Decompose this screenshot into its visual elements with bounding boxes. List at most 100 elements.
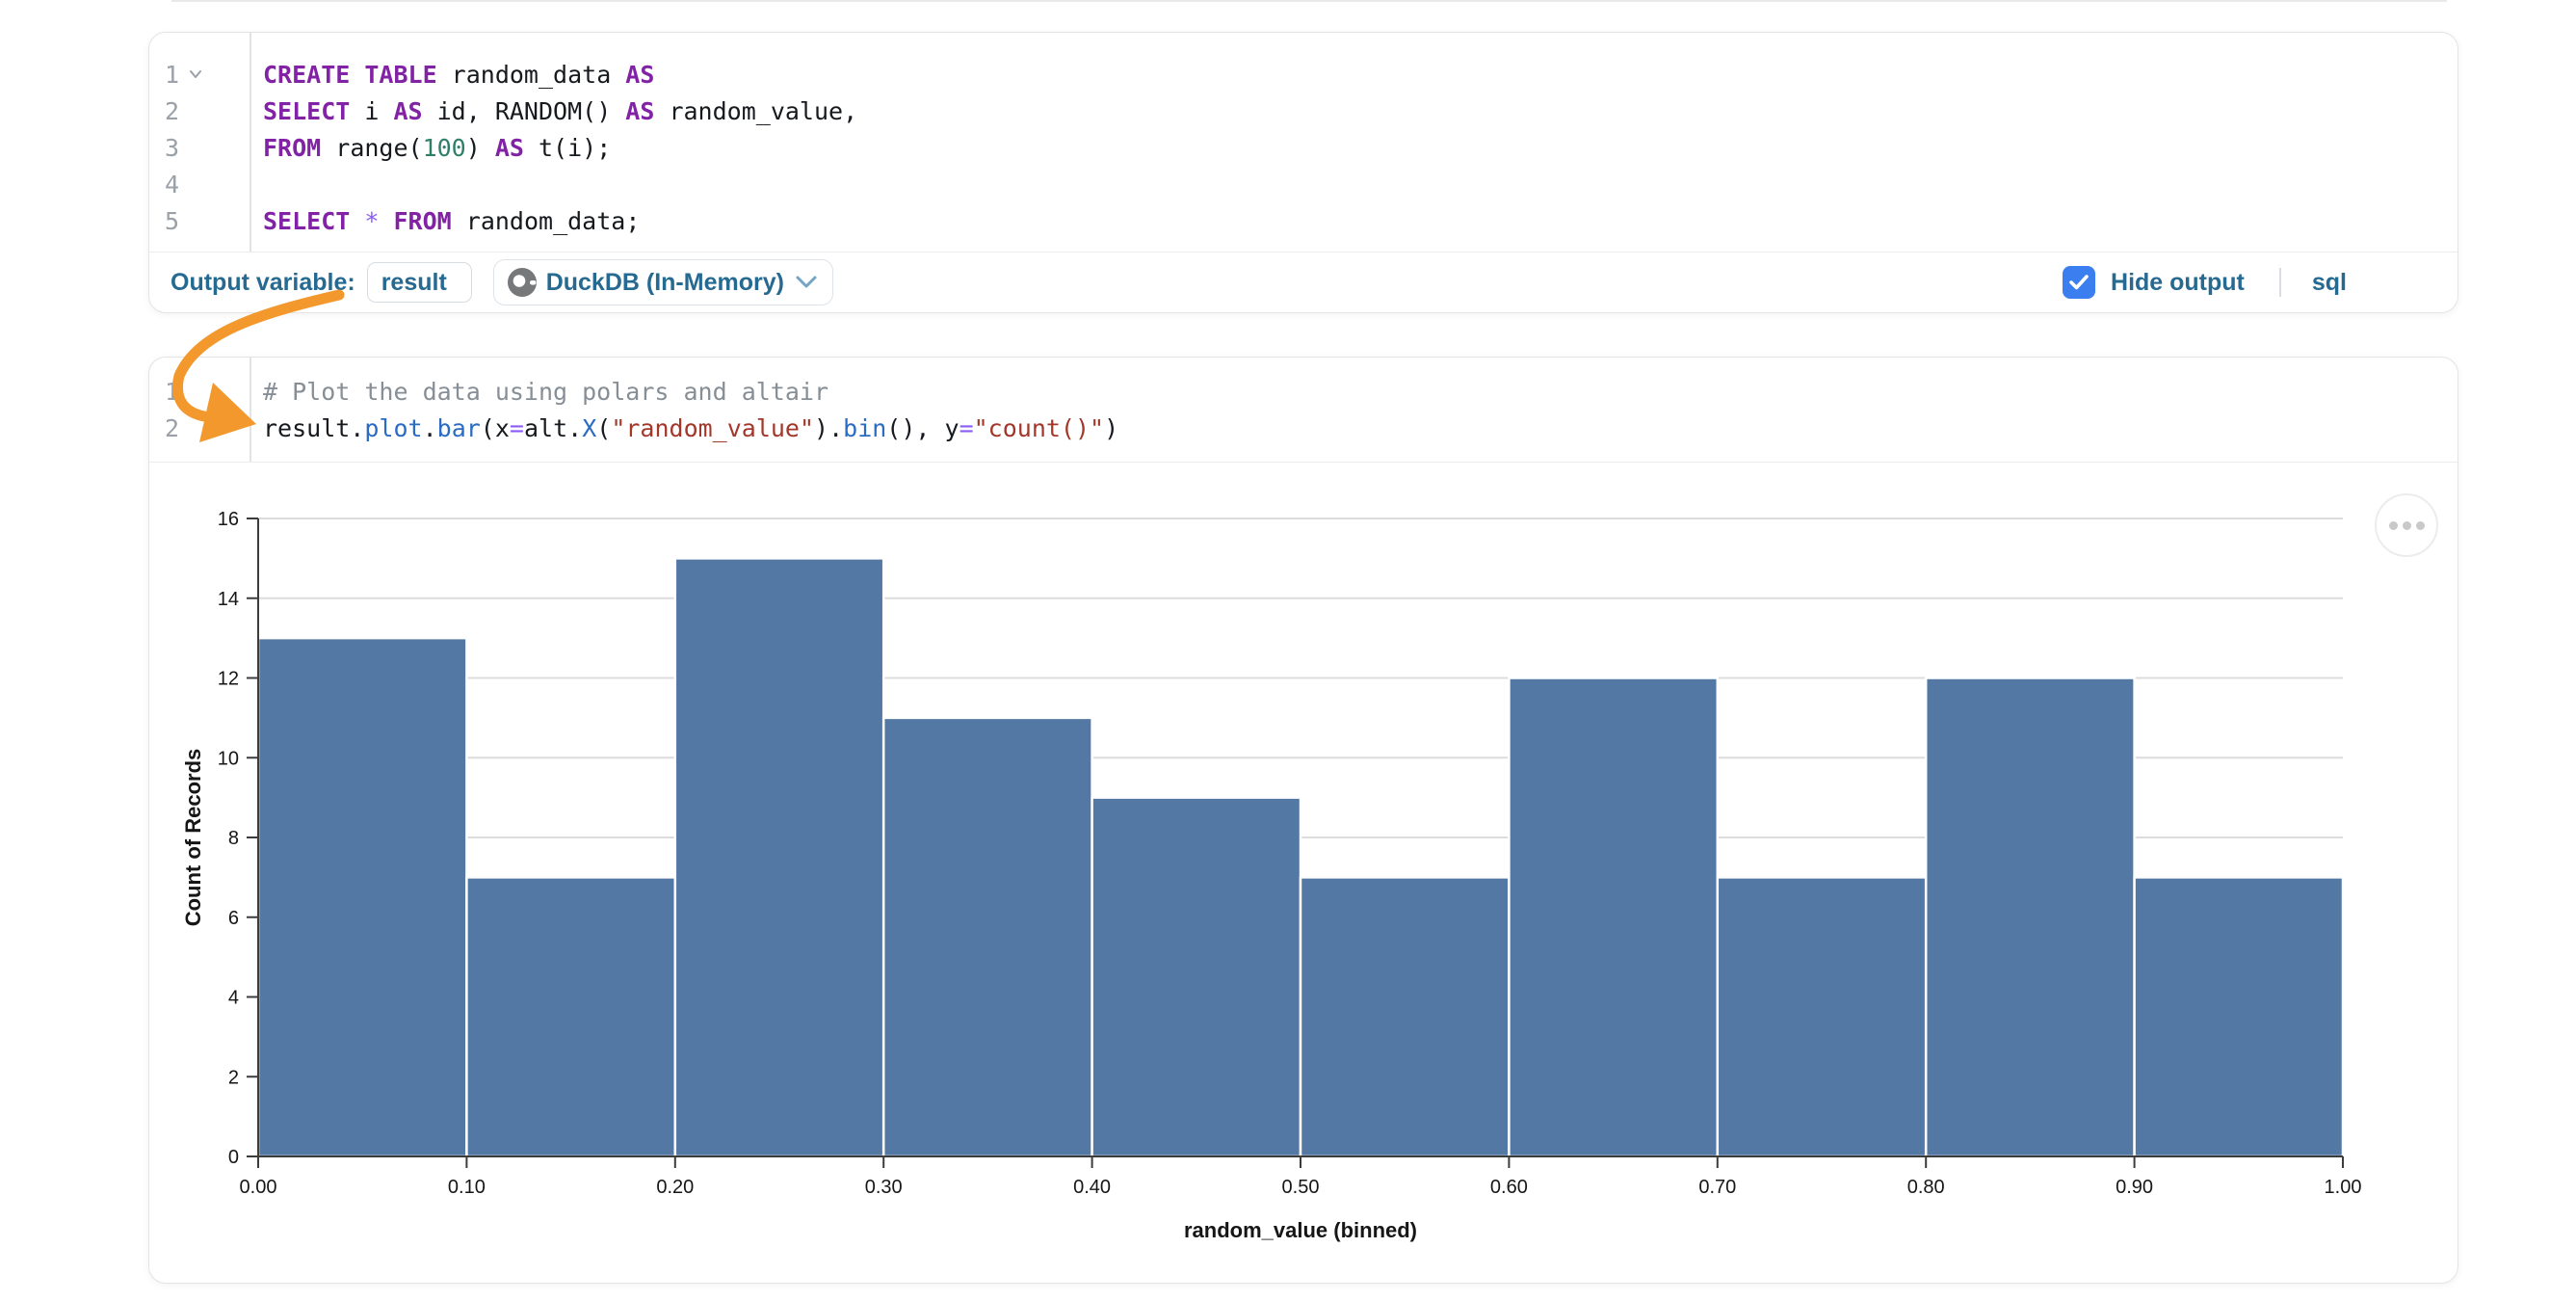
code-token: random_data <box>437 61 626 89</box>
x-tick-label: 0.40 <box>1073 1177 1111 1198</box>
output-variable-value: result <box>381 269 447 297</box>
code-token: SELECT <box>263 97 350 125</box>
y-tick-label: 10 <box>218 748 239 769</box>
code-line: 2result.plot.bar(x=alt.X("random_value")… <box>149 410 2458 446</box>
bar <box>675 558 883 1156</box>
y-tick-label: 16 <box>218 509 239 530</box>
code-token: * <box>364 207 379 235</box>
line-number: 5 <box>149 207 179 235</box>
code-token: alt. <box>524 414 582 442</box>
duckdb-logo-icon <box>508 268 537 297</box>
code-token: "random_value" <box>611 414 814 442</box>
x-tick-label: 0.70 <box>1698 1177 1736 1198</box>
x-tick-label: 0.60 <box>1490 1177 1528 1198</box>
x-axis-title: random_value (binned) <box>1184 1218 1417 1242</box>
code-token: FROM <box>394 207 452 235</box>
line-number: 3 <box>149 134 179 162</box>
line-number: 4 <box>149 171 179 199</box>
x-tick-label: 0.90 <box>2116 1177 2153 1198</box>
code-token: random_value, <box>654 97 857 125</box>
code-line: 4 <box>149 166 2458 202</box>
sql-code-editor[interactable]: 1CREATE TABLE random_data AS2SELECT i AS… <box>149 33 2458 252</box>
hide-output-label[interactable]: Hide output <box>2111 269 2245 297</box>
y-tick-label: 8 <box>228 828 239 849</box>
code-token: (), y <box>886 414 959 442</box>
code-token: 100 <box>423 134 466 162</box>
code-token: FROM <box>263 134 321 162</box>
hide-output-checkbox[interactable] <box>2063 266 2095 299</box>
code-token <box>379 207 393 235</box>
code-content: CREATE TABLE random_data AS <box>212 61 654 89</box>
code-token: # Plot the data using polars and altair <box>263 378 828 406</box>
bar <box>466 877 674 1156</box>
line-number: 2 <box>149 414 179 442</box>
x-tick-label: 1.00 <box>2325 1177 2362 1198</box>
code-token: (x <box>481 414 510 442</box>
code-token: AS <box>625 97 654 125</box>
code-token: "count()" <box>974 414 1104 442</box>
y-axis-title: Count of Records <box>181 749 205 927</box>
check-icon <box>2068 274 2090 291</box>
code-line: 5SELECT * FROM random_data; <box>149 202 2458 239</box>
engine-selector-dropdown[interactable]: DuckDB (In-Memory) <box>493 259 833 305</box>
code-content: SELECT * FROM random_data; <box>179 207 640 235</box>
previous-cell-edge <box>171 0 2447 2</box>
footer-left-group: Output variable: result DuckDB (In-Memor… <box>171 259 833 305</box>
bar <box>883 718 1091 1156</box>
bar <box>1509 678 1717 1157</box>
chevron-down-icon[interactable] <box>179 69 212 79</box>
y-tick-label: 2 <box>228 1067 239 1088</box>
language-badge[interactable]: sql <box>2312 269 2347 297</box>
code-token: result. <box>263 414 364 442</box>
y-tick-label: 14 <box>218 589 239 610</box>
y-tick-label: 12 <box>218 669 239 690</box>
code-content: # Plot the data using polars and altair <box>179 378 828 406</box>
y-tick-label: 0 <box>228 1147 239 1168</box>
python-code-editor[interactable]: 1 # Plot the data using polars and altair… <box>149 358 2458 463</box>
ellipsis-icon <box>2403 521 2411 530</box>
line-number: 1 <box>149 378 179 406</box>
x-tick-label: 0.30 <box>865 1177 903 1198</box>
code-line: 1CREATE TABLE random_data AS <box>149 56 2458 93</box>
gutter-divider <box>250 33 251 252</box>
code-token: ) <box>1104 414 1118 442</box>
code-token: bar <box>437 414 481 442</box>
footer-divider <box>2279 268 2281 297</box>
code-token: id, RANDOM() <box>423 97 626 125</box>
bar <box>1301 877 1509 1156</box>
python-cell-card: 1 # Plot the data using polars and altair… <box>148 357 2458 1284</box>
code-token: i <box>350 97 393 125</box>
footer-right-group: Hide output sql <box>2063 266 2347 299</box>
engine-name-label: DuckDB (In-Memory) <box>546 269 784 297</box>
code-token: range( <box>321 134 422 162</box>
code-token: AS <box>625 61 654 89</box>
x-tick-label: 0.00 <box>240 1177 277 1198</box>
ellipsis-icon <box>2389 521 2398 530</box>
sql-cell-footer: Output variable: result DuckDB (In-Memor… <box>149 252 2458 312</box>
x-tick-label: 0.20 <box>656 1177 694 1198</box>
output-variable-label: Output variable: <box>171 269 355 297</box>
code-content: result.plot.bar(x=alt.X("random_value").… <box>179 414 1118 442</box>
x-tick-label: 0.80 <box>1907 1177 1945 1198</box>
code-line: 3FROM range(100) AS t(i); <box>149 129 2458 166</box>
code-token: . <box>423 414 437 442</box>
code-token: X <box>582 414 596 442</box>
more-options-button[interactable] <box>2375 493 2438 557</box>
code-token: plot <box>364 414 422 442</box>
cell-output-region: 02468101214160.000.100.200.300.400.500.6… <box>149 462 2458 1283</box>
sql-cell-card: 1CREATE TABLE random_data AS2SELECT i AS… <box>148 32 2458 313</box>
code-line: 2SELECT i AS id, RANDOM() AS random_valu… <box>149 93 2458 129</box>
code-line: 1 # Plot the data using polars and altair <box>149 373 2458 410</box>
ellipsis-icon <box>2416 521 2425 530</box>
code-token: t(i); <box>524 134 611 162</box>
code-token <box>350 207 364 235</box>
code-token: AS <box>393 97 422 125</box>
output-variable-input[interactable]: result <box>367 262 472 303</box>
y-tick-label: 4 <box>228 988 239 1009</box>
bar <box>1092 798 1301 1156</box>
notebook-page: 1CREATE TABLE random_data AS2SELECT i AS… <box>0 0 2576 1301</box>
code-token: ). <box>814 414 843 442</box>
histogram-chart: 02468101214160.000.100.200.300.400.500.6… <box>149 462 2458 1283</box>
code-token: AS <box>495 134 524 162</box>
code-content: SELECT i AS id, RANDOM() AS random_value… <box>179 97 857 125</box>
